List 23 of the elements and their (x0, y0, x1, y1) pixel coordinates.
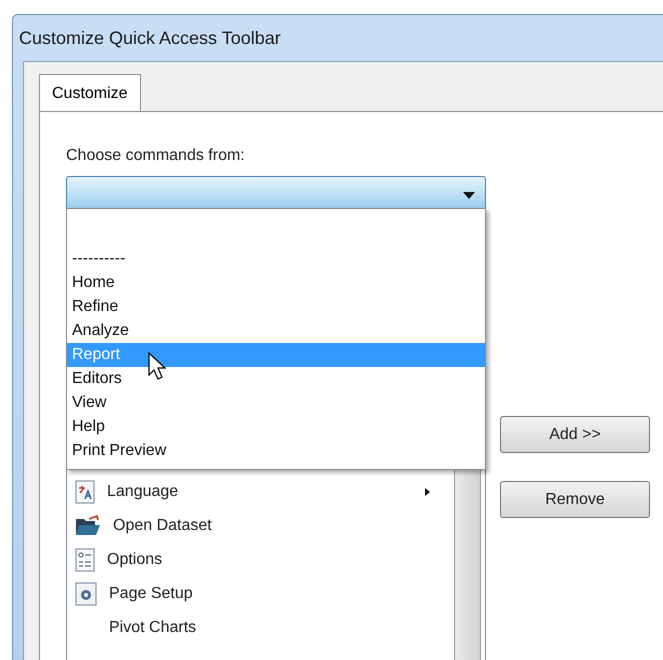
command-item[interactable]: Open Dataset (75, 509, 440, 543)
field-label: Choose commands from: (66, 146, 246, 166)
dialog-button[interactable]: Remove (500, 481, 650, 518)
dialog-button[interactable]: Add >> (500, 416, 650, 453)
dropdown-option[interactable]: View (67, 391, 485, 415)
dropdown-option[interactable]: Editors (67, 367, 485, 391)
dropdown-option[interactable]: Help (67, 415, 485, 439)
command-item[interactable]: Page Setup (75, 577, 440, 611)
dropdown-option[interactable]: Refine (67, 295, 485, 319)
folder-icon (75, 515, 101, 537)
command-item[interactable]: Options (75, 543, 440, 577)
tab[interactable]: Customize (39, 74, 141, 112)
dropdown-option[interactable]: Home (67, 271, 485, 295)
options-icon (75, 548, 95, 572)
command-item[interactable]: Language (75, 475, 440, 509)
window-title: Customize Quick Access Toolbar (19, 26, 282, 50)
dropdown-option[interactable]: Analyze (67, 319, 485, 343)
caret-icon (463, 192, 475, 198)
dropdown-option[interactable]: Print Preview (67, 439, 485, 463)
dropdown-option[interactable]: ---------- (67, 247, 485, 271)
mouse-cursor-icon (148, 352, 168, 382)
command-item[interactable]: Pivot Charts (75, 611, 440, 645)
language-icon (75, 480, 95, 504)
